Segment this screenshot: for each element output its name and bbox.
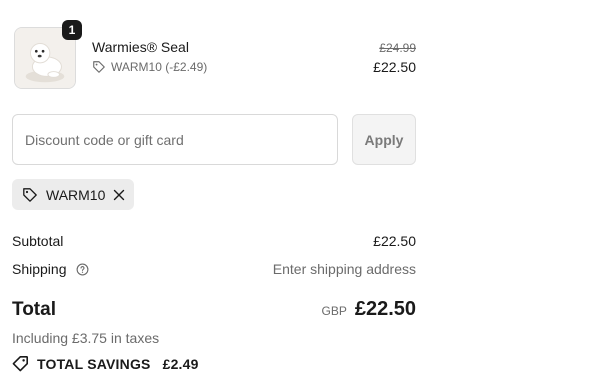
shipping-label: Shipping (12, 261, 67, 277)
remove-discount-button[interactable] (113, 187, 125, 203)
apply-button[interactable]: Apply (352, 114, 416, 165)
tag-icon (23, 187, 37, 202)
savings-label: TOTAL SAVINGS (37, 355, 151, 372)
product-discount: WARM10 (-£2.49) (92, 60, 207, 74)
quantity-badge: 1 (62, 20, 82, 40)
product-price: £22.50 (373, 59, 416, 75)
tag-icon (12, 355, 29, 372)
close-icon (114, 189, 125, 200)
shipping-value: Enter shipping address (272, 261, 416, 277)
tag-icon (93, 61, 105, 73)
subtotal-value: £22.50 (373, 233, 416, 249)
currency-code: GBP (321, 304, 347, 318)
shipping-row: Shipping (12, 261, 89, 277)
total-value: GBP £22.50 (321, 298, 416, 321)
order-summary: 1 Warmies® Seal WARM10 (-£2.49) £24.99 £… (0, 0, 607, 378)
product-discount-label: WARM10 (-£2.49) (111, 60, 208, 74)
total-savings: TOTAL SAVINGS £2.49 (12, 355, 199, 372)
applied-code-label: WARM10 (46, 186, 106, 203)
original-price: £24.99 (379, 41, 416, 55)
total-amount: £22.50 (354, 298, 416, 320)
savings-value: £2.49 (162, 355, 199, 372)
help-icon[interactable] (76, 263, 89, 276)
subtotal-label: Subtotal (12, 233, 64, 249)
taxes-note: Including £3.75 in taxes (12, 330, 160, 346)
applied-discount-chip: WARM10 (12, 179, 134, 210)
discount-code-input[interactable] (12, 114, 338, 165)
product-name: Warmies® Seal (92, 39, 189, 55)
total-label: Total (12, 299, 56, 320)
